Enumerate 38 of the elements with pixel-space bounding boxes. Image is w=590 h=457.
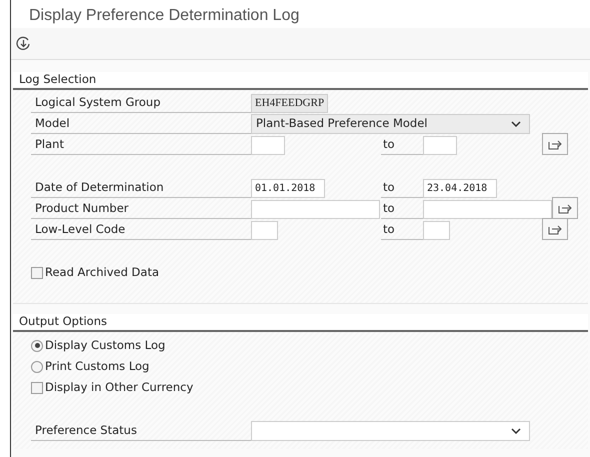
export-arrow-icon (548, 223, 562, 235)
input-field[interactable] (423, 136, 457, 155)
input-field[interactable] (251, 221, 278, 240)
execute-icon[interactable] (16, 36, 31, 51)
multiple-selection-button[interactable] (542, 218, 568, 240)
field-label: Low-Level Code (31, 219, 251, 240)
dropdown-field[interactable]: Plant-Based Preference Model (251, 114, 530, 134)
input-field[interactable] (251, 136, 285, 155)
chevron-down-icon (511, 428, 521, 434)
section-header: Log Selection (13, 72, 588, 90)
field-label: Plant (31, 134, 251, 155)
multiple-selection-button[interactable] (552, 197, 578, 219)
input-field[interactable] (251, 200, 380, 219)
dropdown-field[interactable] (251, 421, 530, 441)
radio-label: Print Customs Log (45, 358, 150, 375)
input-field[interactable] (423, 221, 450, 240)
field-label: Logical System Group (31, 92, 251, 113)
field-label: Date of Determination (31, 177, 251, 198)
export-arrow-icon (558, 202, 572, 214)
checkbox[interactable] (31, 266, 43, 278)
multiple-selection-button[interactable] (542, 133, 568, 155)
window-title: Display Preference Determination Log (11, 0, 590, 28)
value-field: EH4FEEDGRP (251, 94, 328, 113)
checkbox-label: Read Archived Data (45, 264, 159, 281)
field-label: Model (31, 113, 251, 134)
input-field[interactable]: 01.01.2018 (251, 179, 325, 198)
section-header: Output Options (13, 314, 588, 332)
checkbox-label: Display in Other Currency (45, 378, 194, 396)
field-label: Product Number (31, 198, 251, 219)
field-label: Preference Status (31, 420, 251, 441)
input-field[interactable] (423, 200, 552, 219)
chevron-down-icon (511, 121, 521, 127)
radio-button[interactable] (31, 340, 43, 352)
export-arrow-icon (548, 138, 562, 150)
input-field[interactable]: 23.04.2018 (423, 179, 497, 198)
radio-label: Display Customs Log (45, 336, 166, 354)
radio-button[interactable] (31, 360, 43, 372)
checkbox[interactable] (31, 382, 43, 394)
